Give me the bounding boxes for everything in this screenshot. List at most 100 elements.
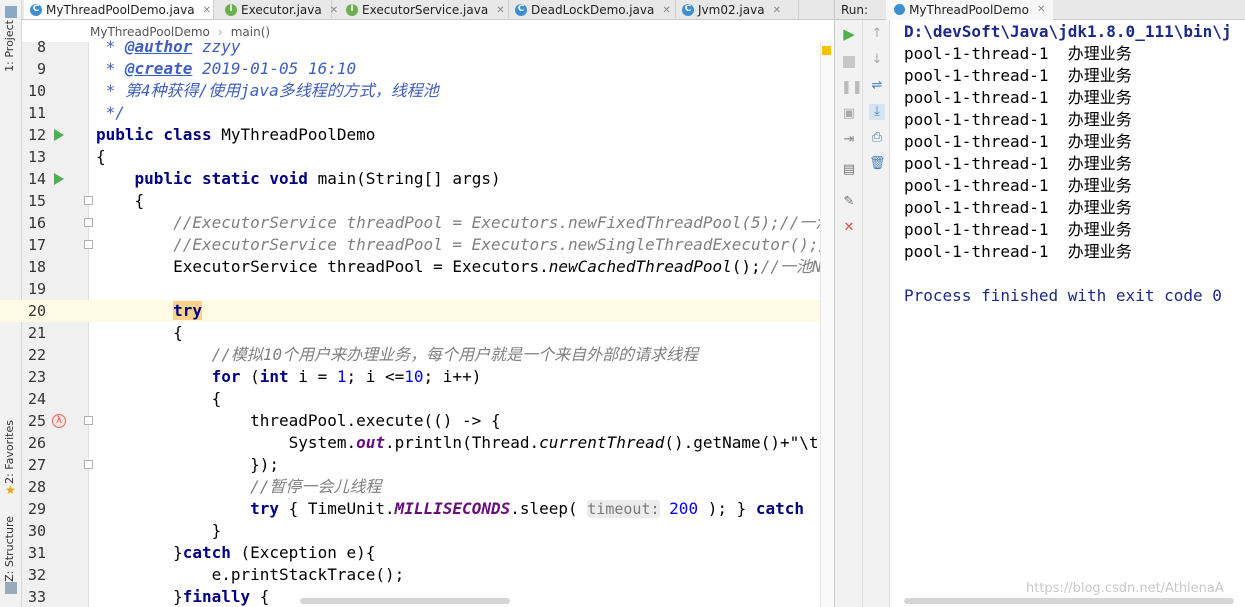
- warning-marker-icon[interactable]: [822, 46, 831, 55]
- fold-marker-icon[interactable]: [84, 240, 93, 249]
- code-text[interactable]: ExecutorService threadPool = Executors.n…: [96, 256, 834, 278]
- console-horizontal-scrollbar[interactable]: [904, 598, 1234, 604]
- run-gutter-icon[interactable]: [54, 129, 64, 141]
- code-text[interactable]: public static void main(String[] args): [96, 168, 501, 190]
- code-text[interactable]: */: [96, 102, 125, 124]
- code-line[interactable]: 26 System.out.println(Thread.currentThre…: [0, 432, 834, 454]
- code-text[interactable]: for (int i = 1; i <=10; i++): [96, 366, 482, 388]
- code-line[interactable]: 14 public static void main(String[] args…: [0, 168, 834, 190]
- code-line[interactable]: 10 * 第4种获得/使用java多线程的方式，线程池: [0, 80, 834, 102]
- fold-marker-icon[interactable]: [84, 460, 93, 469]
- fold-marker-icon[interactable]: [84, 196, 93, 205]
- code-line[interactable]: 18 ExecutorService threadPool = Executor…: [0, 256, 834, 278]
- code-line[interactable]: 32 e.printStackTrace();: [0, 564, 834, 586]
- line-number[interactable]: 8: [22, 36, 46, 58]
- line-number[interactable]: 26: [22, 432, 46, 454]
- line-number[interactable]: 11: [22, 102, 46, 124]
- exit-icon[interactable]: ⇥: [841, 132, 857, 148]
- line-number[interactable]: 24: [22, 388, 46, 410]
- editor-scroll-markers[interactable]: [820, 42, 834, 607]
- line-number[interactable]: 29: [22, 498, 46, 520]
- line-number[interactable]: 10: [22, 80, 46, 102]
- code-text[interactable]: * @author zzyy: [96, 36, 241, 58]
- code-text[interactable]: }finally {: [96, 586, 269, 607]
- code-line[interactable]: 22 //模拟10个用户来办理业务，每个用户就是一个来自外部的请求线程: [0, 344, 834, 366]
- pin-icon[interactable]: ✎: [841, 194, 857, 210]
- code-text[interactable]: //暂停一会儿线程: [96, 476, 381, 498]
- code-line[interactable]: 9 * @create 2019-01-05 16:10: [0, 58, 834, 80]
- code-text[interactable]: //ExecutorService threadPool = Executors…: [96, 234, 834, 256]
- code-text[interactable]: e.printStackTrace();: [96, 564, 405, 586]
- line-number[interactable]: 14: [22, 168, 46, 190]
- line-number[interactable]: 31: [22, 542, 46, 564]
- soft-wrap-icon[interactable]: ⇌: [869, 78, 885, 94]
- line-number[interactable]: 25: [22, 410, 46, 432]
- layout-icon[interactable]: ▤: [841, 162, 857, 178]
- line-number[interactable]: 17: [22, 234, 46, 256]
- rerun-icon[interactable]: ▶: [841, 26, 857, 42]
- code-editor[interactable]: 8 * @author zzyy 9 * @create 2019-01-05 1…: [0, 0, 834, 607]
- code-text[interactable]: //模拟10个用户来办理业务，每个用户就是一个来自外部的请求线程: [96, 344, 699, 366]
- line-number[interactable]: 12: [22, 124, 46, 146]
- line-number[interactable]: 23: [22, 366, 46, 388]
- code-text[interactable]: //ExecutorService threadPool = Executors…: [96, 212, 834, 234]
- code-text[interactable]: {: [96, 146, 106, 168]
- line-number[interactable]: 18: [22, 256, 46, 278]
- run-tab[interactable]: MyThreadPoolDemo ✕: [886, 0, 1054, 20]
- code-line[interactable]: 24 {: [0, 388, 834, 410]
- line-number[interactable]: 13: [22, 146, 46, 168]
- code-line[interactable]: 17 //ExecutorService threadPool = Execut…: [0, 234, 834, 256]
- code-text[interactable]: System.out.println(Thread.currentThread(…: [96, 432, 834, 454]
- code-text[interactable]: }: [96, 520, 222, 542]
- code-text[interactable]: {: [96, 190, 145, 212]
- line-number[interactable]: 20: [22, 300, 46, 322]
- line-number[interactable]: 16: [22, 212, 46, 234]
- line-number[interactable]: 22: [22, 344, 46, 366]
- code-text[interactable]: * @create 2019-01-05 16:10: [96, 58, 356, 80]
- console-output[interactable]: D:\devSoft\Java\jdk1.8.0_111\bin\j pool-1…: [890, 20, 1245, 607]
- close-icon[interactable]: ✕: [841, 220, 857, 236]
- arrow-down-icon[interactable]: ↓: [869, 52, 885, 68]
- editor-horizontal-scrollbar[interactable]: [300, 598, 510, 604]
- code-text[interactable]: {: [96, 388, 222, 410]
- close-icon[interactable]: ✕: [1037, 4, 1045, 15]
- code-line[interactable]: 21 {: [0, 322, 834, 344]
- code-line[interactable]: 8 * @author zzyy: [0, 36, 834, 58]
- camera-icon[interactable]: ▣: [841, 106, 857, 122]
- code-line[interactable]: 15 {: [0, 190, 834, 212]
- code-line[interactable]: 29 try { TimeUnit.MILLISECONDS.sleep( ti…: [0, 498, 834, 520]
- code-line[interactable]: 27 });: [0, 454, 834, 476]
- code-text[interactable]: threadPool.execute(() -> {: [96, 410, 500, 432]
- code-line[interactable]: 12 public class MyThreadPoolDemo: [0, 124, 834, 146]
- line-number[interactable]: 9: [22, 58, 46, 80]
- code-text[interactable]: }catch (Exception e){: [96, 542, 375, 564]
- print-icon[interactable]: ⎙: [869, 130, 885, 146]
- code-line[interactable]: 20 try: [0, 300, 834, 322]
- code-line[interactable]: 25 threadPool.execute(() -> { λ: [0, 410, 834, 432]
- code-line[interactable]: 13 {: [0, 146, 834, 168]
- line-number[interactable]: 28: [22, 476, 46, 498]
- code-text[interactable]: try: [96, 300, 202, 322]
- stop-icon[interactable]: [841, 54, 857, 70]
- line-number[interactable]: 32: [22, 564, 46, 586]
- scroll-to-end-icon[interactable]: ⤓: [869, 104, 885, 120]
- code-text[interactable]: {: [96, 322, 183, 344]
- lambda-gutter-icon[interactable]: λ: [52, 414, 66, 428]
- code-line[interactable]: 23 for (int i = 1; i <=10; i++): [0, 366, 834, 388]
- fold-marker-icon[interactable]: [84, 218, 93, 227]
- line-number[interactable]: 30: [22, 520, 46, 542]
- code-text[interactable]: * 第4种获得/使用java多线程的方式，线程池: [96, 80, 439, 102]
- line-number[interactable]: 33: [22, 586, 46, 607]
- code-text[interactable]: });: [96, 454, 279, 476]
- line-number[interactable]: 15: [22, 190, 46, 212]
- arrow-up-icon[interactable]: ↑: [869, 26, 885, 42]
- trash-icon[interactable]: 🗑: [869, 156, 886, 172]
- code-line[interactable]: 28 //暂停一会儿线程: [0, 476, 834, 498]
- line-number[interactable]: 27: [22, 454, 46, 476]
- code-line[interactable]: 11 */: [0, 102, 834, 124]
- code-text[interactable]: try { TimeUnit.MILLISECONDS.sleep( timeo…: [96, 498, 804, 520]
- line-number[interactable]: 21: [22, 322, 46, 344]
- code-line[interactable]: 19: [0, 278, 834, 300]
- code-line[interactable]: 16 //ExecutorService threadPool = Execut…: [0, 212, 834, 234]
- code-line[interactable]: 31 }catch (Exception e){: [0, 542, 834, 564]
